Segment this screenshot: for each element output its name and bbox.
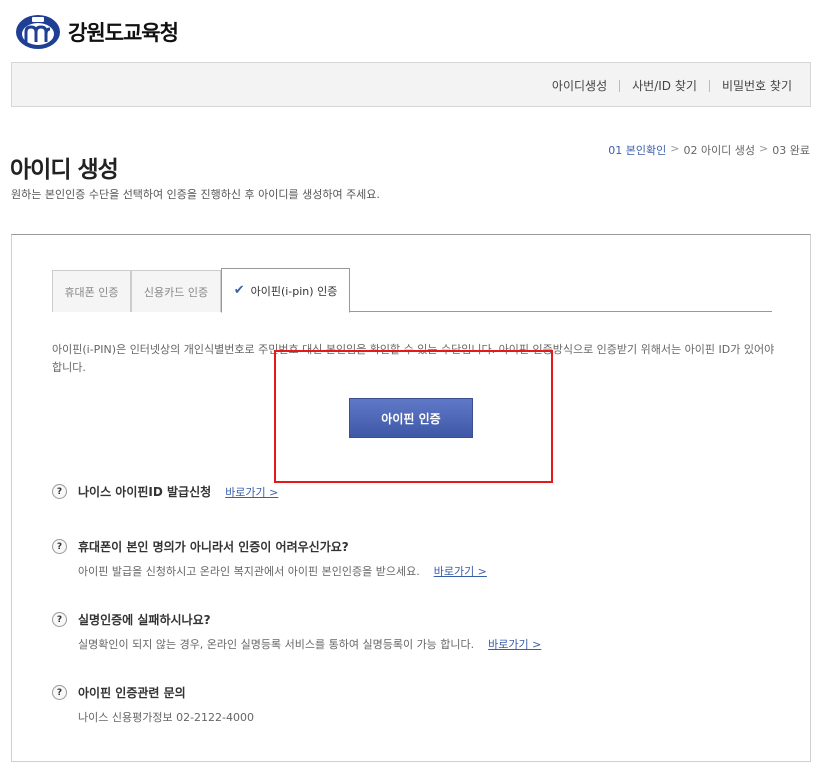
go-link[interactable]: 바로가기 > [434,563,487,579]
go-link[interactable]: 바로가기 > [225,484,278,500]
nav-find-id[interactable]: 사번/ID 찾기 [632,77,697,94]
tab-label: 아이핀(i-pin) 인증 [250,284,338,298]
question-icon: ? [52,539,67,554]
verification-panel: 휴대폰 인증 신용카드 인증 ✔ 아이핀(i-pin) 인증 아이핀(i-PIN… [11,234,811,762]
faq-item-ipin-contact: ? 아이핀 인증관련 문의 나이스 신용평가정보 02-2122-4000 [52,684,792,725]
tab-label: 신용카드 인증 [143,285,209,299]
step-arrow-icon: > [670,142,680,155]
nav-find-password[interactable]: 비밀번호 찾기 [722,77,792,94]
ipin-description: 아이핀(i-PIN)은 인터넷상의 개인식별번호로 주민번호 대신 본인임을 확… [52,343,775,374]
question-icon: ? [52,612,67,627]
top-nav-links: 아이디생성 사번/ID 찾기 비밀번호 찾기 [552,77,792,94]
step-1-label: 01 본인확인 [608,144,667,157]
faq-title: 아이핀 인증관련 문의 [78,686,186,700]
nav-divider [708,79,710,92]
faq-text: 실명확인이 되지 않는 경우, 온라인 실명등록 서비스를 통하여 실명등록이 … [78,638,475,651]
check-icon: ✔ [233,283,245,298]
question-icon: ? [52,685,67,700]
faq-title: 실명인증에 실패하시나요? [78,613,211,627]
site-logo[interactable]: 강원도교육청 [14,12,179,52]
step-arrow-icon: > [759,142,769,155]
logo-text: 강원도교육청 [68,21,179,45]
page-title: 아이디 생성 [10,157,119,183]
tab-ipin-verification[interactable]: ✔ 아이핀(i-pin) 인증 [221,268,350,313]
question-icon: ? [52,484,67,499]
page-description: 원하는 본인인증 수단을 선택하여 인증을 진행하신 후 아이디를 생성하여 주… [11,188,380,201]
step-2-label: 02 아이디 생성 [683,144,756,157]
ipin-verify-button[interactable]: 아이핀 인증 [349,398,473,438]
faq-item-realname-fail: ? 실명인증에 실패하시나요? 실명확인이 되지 않는 경우, 온라인 실명등록… [52,611,792,652]
top-navigation-bar: 아이디생성 사번/ID 찾기 비밀번호 찾기 [11,62,811,107]
contact-phone: 나이스 신용평가정보 02-2122-4000 [78,711,254,724]
nav-create-id[interactable]: 아이디생성 [552,77,607,94]
faq-item-phone-not-owned: ? 휴대폰이 본인 명의가 아니라서 인증이 어려우신가요? 아이핀 발급을 신… [52,538,792,579]
faq-title: 휴대폰이 본인 명의가 아니라서 인증이 어려우신가요? [78,540,349,554]
faq-title: 나이스 아이핀ID 발급신청 [78,485,212,499]
tab-phone-verification[interactable]: 휴대폰 인증 [52,270,131,312]
step-indicator: 01 본인확인 > 02 아이디 생성 > 03 완료 [608,142,810,158]
step-3-label: 03 완료 [772,144,810,157]
education-office-emblem-icon [16,15,60,49]
faq-text: 아이핀 발급을 신청하시고 온라인 복지관에서 아이핀 본인인증을 받으세요. [78,565,420,578]
tab-label: 휴대폰 인증 [64,285,119,299]
tab-card-verification[interactable]: 신용카드 인증 [131,270,221,312]
go-link[interactable]: 바로가기 > [488,636,541,652]
verification-tabs: 휴대폰 인증 신용카드 인증 ✔ 아이핀(i-pin) 인증 [52,268,772,313]
nav-divider [619,79,621,92]
faq-item-ipin-apply: ? 나이스 아이핀ID 발급신청 바로가기 > [52,483,792,500]
